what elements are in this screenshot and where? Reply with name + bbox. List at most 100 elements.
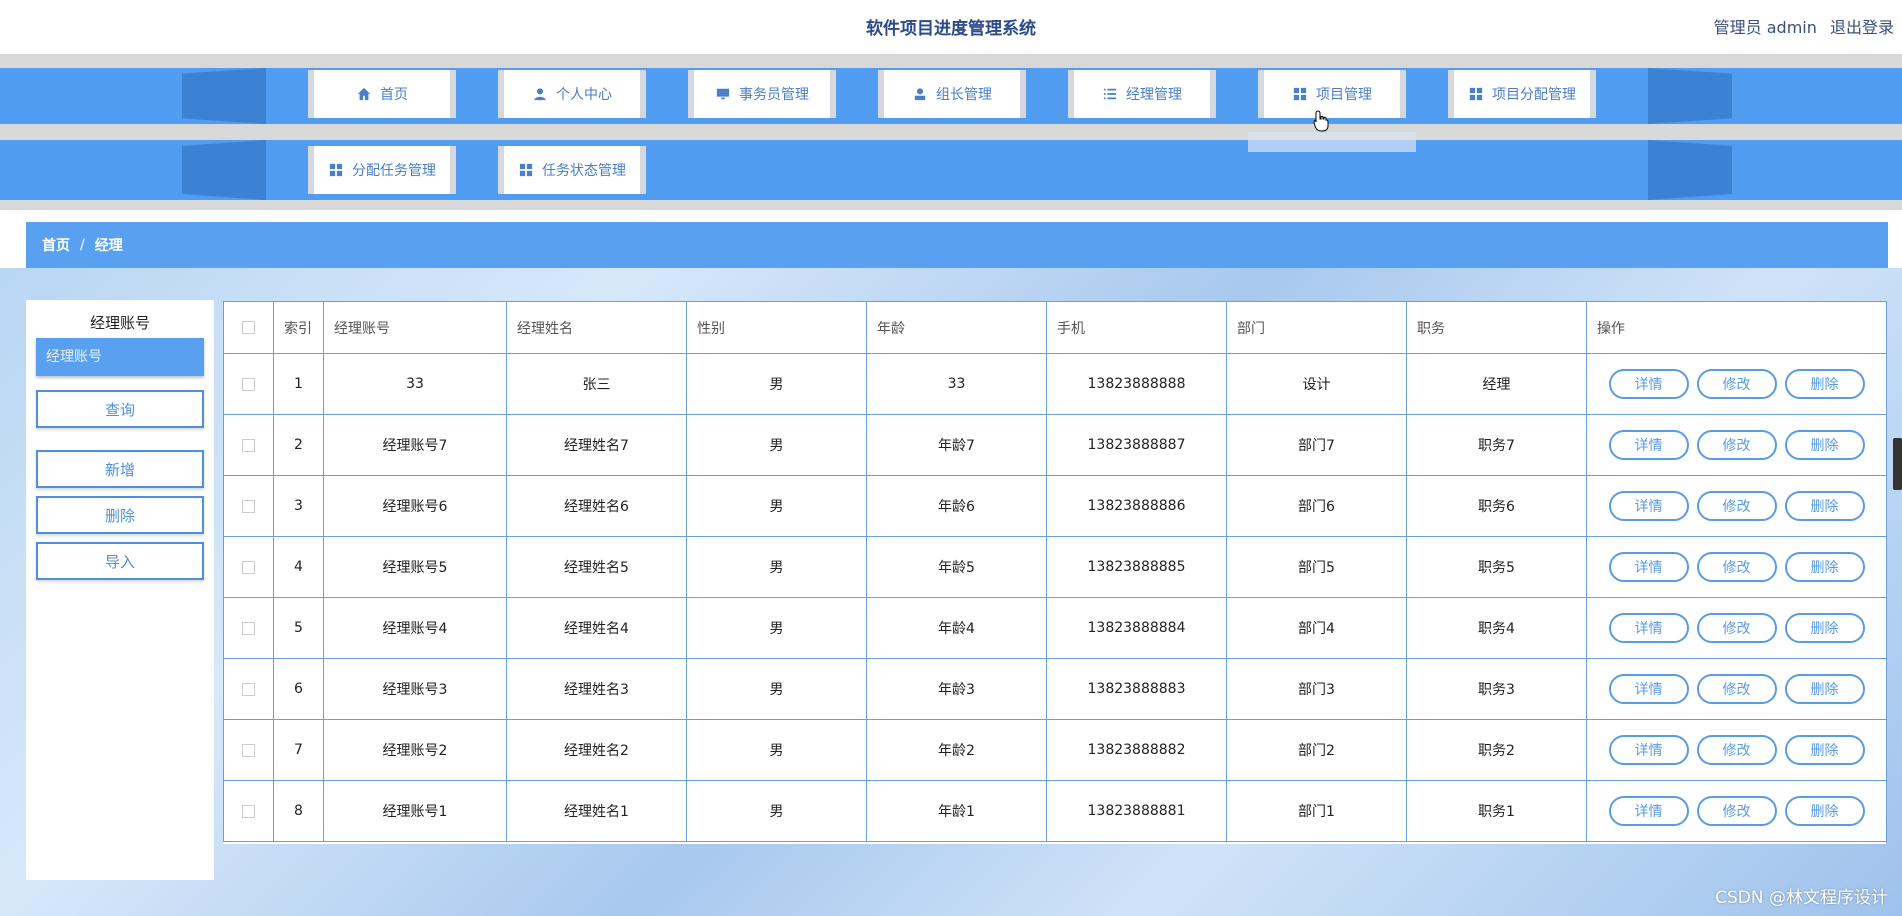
detail-button[interactable]: 详情 — [1608, 552, 1689, 582]
detail-button[interactable]: 详情 — [1608, 369, 1689, 399]
detail-button[interactable]: 详情 — [1608, 735, 1689, 765]
cell-age: 年龄7 — [866, 414, 1047, 476]
cell-age: 年龄5 — [866, 536, 1047, 598]
delete-button[interactable]: 删除 — [1784, 430, 1865, 460]
cell-dept: 部门6 — [1226, 475, 1407, 537]
cell-title: 职务7 — [1406, 414, 1587, 476]
column-header: 经理账号 — [323, 301, 507, 354]
table-row: 7 经理账号2 经理姓名2 男年龄2 13823888882 部门2 职务2 详情 修改 删除 — [223, 719, 1887, 781]
nav-item-personal-center[interactable]: 个人中心 — [498, 70, 646, 118]
edit-button[interactable]: 修改 — [1696, 369, 1777, 399]
row-checkbox[interactable] — [223, 719, 274, 781]
cell-index: 1 — [273, 353, 324, 415]
edit-button[interactable]: 修改 — [1696, 796, 1777, 826]
grid-icon — [1292, 86, 1308, 102]
nav-item-label: 项目分配管理 — [1492, 87, 1576, 103]
cell-index: 6 — [273, 658, 324, 720]
nav-item-project-assign[interactable]: 项目分配管理 — [1448, 70, 1596, 118]
edit-button[interactable]: 修改 — [1696, 674, 1777, 704]
column-header: 手机 — [1046, 301, 1227, 354]
delete-button[interactable]: 删除 — [1784, 796, 1865, 826]
cell-gender: 男 — [686, 414, 867, 476]
delete-button[interactable]: 删除 — [1784, 735, 1865, 765]
cell-phone: 13823888887 — [1046, 414, 1227, 476]
watermark: CSDN @林文程序设计 — [1715, 888, 1888, 908]
edit-button[interactable]: 修改 — [1696, 735, 1777, 765]
breadcrumb-current: 经理 — [94, 238, 123, 254]
delete-button[interactable]: 删除 — [1784, 552, 1865, 582]
breadcrumb-home[interactable]: 首页 — [42, 235, 70, 255]
column-header: 职务 — [1406, 301, 1587, 354]
table-row: 4 经理账号5 经理姓名5 男年龄5 13823888885 部门5 职务5 详情 修改 删除 — [223, 536, 1887, 598]
cell-dept: 部门7 — [1226, 414, 1407, 476]
cell-index: 7 — [273, 719, 324, 781]
nav-item-manager[interactable]: 经理管理 — [1068, 70, 1216, 118]
cell-account: 经理账号3 — [323, 658, 507, 720]
nav-item-label: 事务员管理 — [739, 87, 809, 103]
detail-button[interactable]: 详情 — [1608, 491, 1689, 521]
nav-item-task-assign[interactable]: 分配任务管理 — [308, 146, 456, 194]
cell-dept: 部门3 — [1226, 658, 1407, 720]
grid-icon — [518, 162, 534, 178]
search-panel: 经理账号 查询 新增 删除 导入 — [26, 300, 214, 880]
add-button[interactable]: 新增 — [36, 450, 204, 488]
logout-link[interactable]: 退出登录 — [1830, 18, 1894, 37]
hand-cursor-icon — [1313, 110, 1329, 132]
cell-actions: 详情 修改 删除 — [1586, 658, 1887, 720]
breadcrumb: 首页 / 经理 — [26, 222, 1888, 268]
cell-gender: 男 — [686, 536, 867, 598]
select-all-checkbox[interactable] — [223, 301, 274, 354]
nav-item-label: 分配任务管理 — [352, 163, 436, 179]
edit-button[interactable]: 修改 — [1696, 491, 1777, 521]
cell-phone: 13823888885 — [1046, 536, 1227, 598]
cell-dept: 部门1 — [1226, 780, 1407, 842]
cell-actions: 详情 修改 删除 — [1586, 780, 1887, 842]
nav-item-home[interactable]: 首页 — [308, 70, 456, 118]
detail-button[interactable]: 详情 — [1608, 430, 1689, 460]
nav-item-team-lead[interactable]: 组长管理 — [878, 70, 1026, 118]
row-checkbox[interactable] — [223, 475, 274, 537]
cell-phone: 13823888888 — [1046, 353, 1227, 415]
nav-item-clerk[interactable]: 事务员管理 — [688, 70, 836, 118]
row-checkbox[interactable] — [223, 597, 274, 659]
cell-title: 职务1 — [1406, 780, 1587, 842]
delete-button[interactable]: 删除 — [1784, 613, 1865, 643]
row-checkbox[interactable] — [223, 536, 274, 598]
edit-button[interactable]: 修改 — [1696, 552, 1777, 582]
cell-index: 3 — [273, 475, 324, 537]
cell-account: 经理账号6 — [323, 475, 507, 537]
cell-phone: 13823888886 — [1046, 475, 1227, 537]
person-icon — [912, 86, 928, 102]
query-button[interactable]: 查询 — [36, 390, 204, 428]
row-checkbox[interactable] — [223, 353, 274, 415]
table-row: 5 经理账号4 经理姓名4 男年龄4 13823888884 部门4 职务4 详情 修改 删除 — [223, 597, 1887, 659]
detail-button[interactable]: 详情 — [1608, 613, 1689, 643]
nav-item-project[interactable]: 项目管理 — [1258, 70, 1406, 118]
user-area: 管理员 admin 退出登录 — [1706, 14, 1894, 38]
delete-button[interactable]: 删除 — [1784, 369, 1865, 399]
detail-button[interactable]: 详情 — [1608, 674, 1689, 704]
nav-item-task-status[interactable]: 任务状态管理 — [498, 146, 646, 194]
nav-gray-strip — [0, 54, 1902, 68]
column-header: 部门 — [1226, 301, 1407, 354]
row-checkbox[interactable] — [223, 780, 274, 842]
cell-name: 经理姓名5 — [506, 536, 687, 598]
nav-row-2 — [0, 140, 1902, 200]
table-header-row: 索引 经理账号 经理姓名 性别 年龄 手机 部门 职务 操作 — [223, 301, 1887, 354]
import-button[interactable]: 导入 — [36, 542, 204, 580]
edit-button[interactable]: 修改 — [1696, 430, 1777, 460]
row-checkbox[interactable] — [223, 658, 274, 720]
detail-button[interactable]: 详情 — [1608, 796, 1689, 826]
cell-title: 经理 — [1406, 353, 1587, 415]
edit-button[interactable]: 修改 — [1696, 613, 1777, 643]
cell-gender: 男 — [686, 780, 867, 842]
scrollbar-thumb[interactable] — [1893, 438, 1902, 490]
delete-button[interactable]: 删除 — [1784, 491, 1865, 521]
manager-account-input[interactable] — [36, 338, 204, 376]
cell-name: 经理姓名3 — [506, 658, 687, 720]
batch-delete-button[interactable]: 删除 — [36, 496, 204, 534]
cell-name: 经理姓名6 — [506, 475, 687, 537]
search-field-label: 经理账号 — [89, 314, 150, 332]
delete-button[interactable]: 删除 — [1784, 674, 1865, 704]
row-checkbox[interactable] — [223, 414, 274, 476]
